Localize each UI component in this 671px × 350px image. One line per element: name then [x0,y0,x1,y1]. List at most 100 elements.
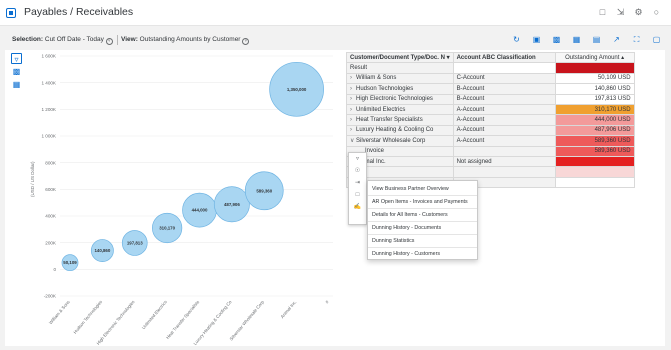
data-label: 487,906 [224,202,240,207]
export-icon[interactable]: ↗ [612,35,621,45]
table-row[interactable]: › Unlimited Electrics A-Account 310,170 USD [346,103,635,116]
customer-name: Luxury Heating & Cooling Co [356,127,434,134]
chevron-down-icon[interactable]: ˅ [105,38,113,45]
table-body: Result › William & Sons C-Account 50,109 USD… [346,62,635,189]
menu-item-details-all-items[interactable]: Details for All Items - Customers [368,209,477,222]
classification-cell [452,145,556,157]
cube-icon[interactable]: ▩ [552,35,561,45]
filter-icon[interactable]: ▿ [11,53,22,64]
y-tick-label: 0 [53,267,56,272]
data-label: 444,000 [192,208,208,213]
x-tick-label: Animal Inc. [280,299,298,319]
table-row [346,166,635,178]
customer-cell[interactable]: › High Electronic Technologies [346,93,454,105]
refresh-icon[interactable]: ↻ [512,35,521,45]
y-tick-label: -200K [44,294,57,299]
chevron-down-icon[interactable]: ˅ [242,38,250,45]
customer-cell[interactable]: › Hudson Technologies [346,83,454,95]
amount-cell [554,166,635,178]
amount-cell: 310,170 USD [554,103,635,116]
x-tick-label: Heat Transfer Specialists [165,299,201,340]
y-tick-label: 800K [45,160,57,165]
collapse-icon[interactable]: ⇲ [616,7,625,17]
customer-name: William & Sons [356,75,397,82]
selection-filter[interactable]: Selection: Cut Off Date - Today ˅ [12,36,113,45]
amount-cell: 589,360 USD [554,135,635,147]
result-row: Result [346,62,635,74]
table-icon[interactable]: ▦ [572,35,581,45]
amount-cell: 487,906 USD [554,124,635,137]
side-toolbar: ▿ ▩ ▦ [11,53,23,92]
view-filter[interactable]: View: Outstanding Amounts by Customer ˅ [121,36,250,45]
y-tick-label: 1 000K [41,134,56,139]
menu-item-business-partner-overview[interactable]: View Business Partner Overview [368,183,477,196]
table-row[interactable]: Invoice 589,360 USD [346,145,635,157]
x-tick-label: Silverstar Wholesale Corp [229,299,266,342]
table-toolbar: ↻ ▣ ▩ ▦ ▤ ↗ ⛶ ▢ [512,35,661,45]
x-tick-label: Unlimited Electrics [141,299,169,330]
amount-cell: 444,000 USD [554,114,635,126]
fullscreen-icon[interactable]: ⛶ [632,35,641,45]
customer-cell[interactable]: › Heat Transfer Specialists [346,114,454,126]
table-row[interactable]: › High Electronic Technologies B-Account 19… [346,93,635,105]
y-tick-label: 600K [45,187,57,192]
y-tick-label: 1 600K [41,54,56,59]
close-icon[interactable]: ▢ [652,35,661,45]
customer-cell[interactable]: ∨ Silverstar Wholesale Corp [346,135,454,147]
copy-icon[interactable]: □ [349,189,366,201]
table-row[interactable]: › Luxury Heating & Cooling Co A-Account 487… [346,124,635,137]
hierarchy-icon[interactable]: ▦ [11,79,22,90]
globe-icon[interactable]: ○ [652,7,661,17]
amount-cell [554,176,635,189]
customer-cell[interactable]: › William & Sons [346,72,454,85]
bubble-chart: 1 600K 1 400K 1 200K 1 000K 800K 600K 400K 200K… [41,54,333,346]
table-row[interactable]: › Hudson Technologies B-Account 140,860 USD [346,83,635,95]
data-label: 589,360 [256,188,272,193]
settings-icon[interactable]: ⚙ [634,7,643,17]
y-axis-label: (USD / US Dollar) [30,161,35,197]
x-tick-label: William & Sons [48,299,71,325]
customer-name: Silverstar Wholesale Corp [356,138,426,145]
customer-cell[interactable]: › Luxury Heating & Cooling Co [346,124,454,137]
dimension-header[interactable]: Customer/Document Type/Doc. N ▾ [346,51,454,64]
jump-icon[interactable]: ✍ [349,201,366,213]
customer-cell[interactable]: › Unlimited Electrics [346,103,454,116]
context-toolbar: ▿ ☉ ⇥ □ ✍ [348,152,367,225]
filter-divider [117,35,118,45]
table-row[interactable]: Animal Inc. Not assigned [346,155,635,168]
filter-icon[interactable]: ▿ [349,153,366,165]
dashboard-icon[interactable]: ▤ [592,35,601,45]
classification-cell: A-Account [452,135,556,147]
result-label: Result [346,62,454,74]
amount-cell: 140,860 USD [554,83,635,95]
x-tick-label: Hudson Technologies [72,299,103,335]
classification-header[interactable]: Account ABC Classification [452,51,556,64]
menu-item-dunning-statistics[interactable]: Dunning Statistics [368,235,477,248]
table-row[interactable]: › William & Sons C-Account 50,109 USD [346,72,635,85]
x-tick-label: Luxury Heating & Cooling Co [192,299,233,346]
table-row[interactable]: › Heat Transfer Specialists A-Account 444,0… [346,114,635,126]
result-value [554,62,635,74]
menu-item-dunning-history-documents[interactable]: Dunning History - Documents [368,222,477,235]
x-tick-label: # [324,299,330,305]
customer-name: Heat Transfer Specialists [356,117,423,124]
data-label: 50,109 [63,260,77,265]
data-label: 197,813 [127,240,143,245]
context-menu: View Business Partner Overview AR Open I… [367,180,478,260]
y-tick-label: 1 200K [41,107,56,112]
measure-header[interactable]: Outstanding Amount ▴ [554,51,635,64]
comment-icon[interactable]: □ [598,7,607,17]
pin-icon[interactable]: ☉ [349,165,366,177]
app-title: Payables / Receivables [24,6,134,18]
menu-item-dunning-history-customers[interactable]: Dunning History - Customers [368,248,477,261]
amount-cell: 197,813 USD [554,93,635,105]
app-frame: Payables / Receivables □ ⇲ ⚙ ○ Selection… [0,0,671,350]
menu-item-ar-open-items[interactable]: AR Open Items - Invoices and Payments [368,196,477,209]
drilldown-icon[interactable]: ⇥ [349,177,366,189]
table-row[interactable]: ∨ Silverstar Wholesale Corp A-Account 589,3… [346,135,635,147]
classification-cell: A-Account [452,103,556,116]
grid-icon[interactable]: ▩ [11,66,22,77]
data-label: 140,860 [94,248,110,253]
clipboard-icon[interactable]: ▣ [532,35,541,45]
classification-cell: A-Account [452,124,556,137]
